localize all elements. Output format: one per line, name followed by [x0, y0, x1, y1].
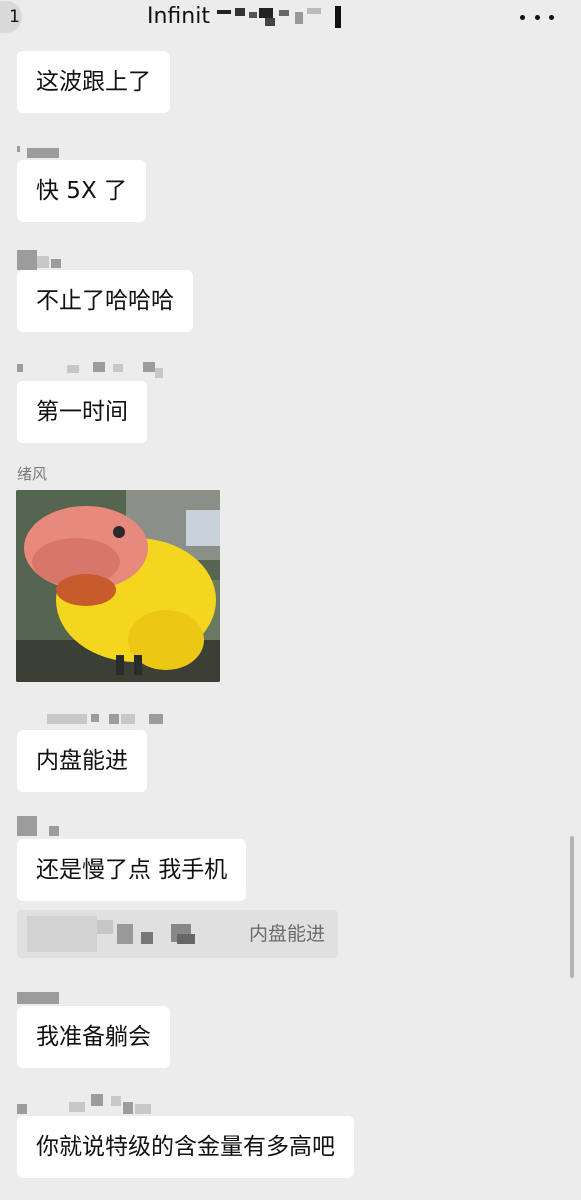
sender-name-censored — [17, 1094, 177, 1114]
chat-header: 1 Infinit — [0, 0, 581, 38]
message-bubble: 不止了哈哈哈 — [17, 270, 193, 332]
sender-name: 绪风 — [17, 465, 48, 483]
sender-name-censored — [17, 712, 177, 728]
message-bubble: 还是慢了点 我手机 — [17, 839, 247, 901]
message-bubble: 内盘能进 — [17, 730, 147, 792]
quoted-message[interactable]: 内盘能进 — [17, 910, 338, 958]
quote-censor-mosaic — [27, 916, 195, 952]
sender-name-censored — [17, 250, 77, 270]
chat-title: Infinit — [147, 4, 210, 29]
yellow-parrot-sticker[interactable] — [16, 490, 220, 682]
sender-name-censored — [17, 362, 177, 378]
more-dots-icon[interactable] — [520, 9, 554, 25]
message-bubble: 这波跟上了 — [17, 51, 170, 113]
sender-name-censored — [17, 816, 77, 836]
message-bubble: 快 5X 了 — [17, 160, 147, 222]
message-bubble: 第一时间 — [17, 381, 147, 443]
sender-name-censored — [17, 144, 77, 160]
quoted-message-text: 内盘能进 — [249, 923, 326, 945]
message-bubble: 你就说特级的含金量有多高吧 — [17, 1116, 354, 1178]
sticker-image — [16, 490, 220, 682]
message-bubble: 我准备躺会 — [17, 1006, 170, 1068]
scrollbar[interactable] — [570, 836, 574, 978]
title-censor-mosaic — [217, 6, 341, 28]
back-unread-badge[interactable]: 1 — [0, 1, 22, 33]
